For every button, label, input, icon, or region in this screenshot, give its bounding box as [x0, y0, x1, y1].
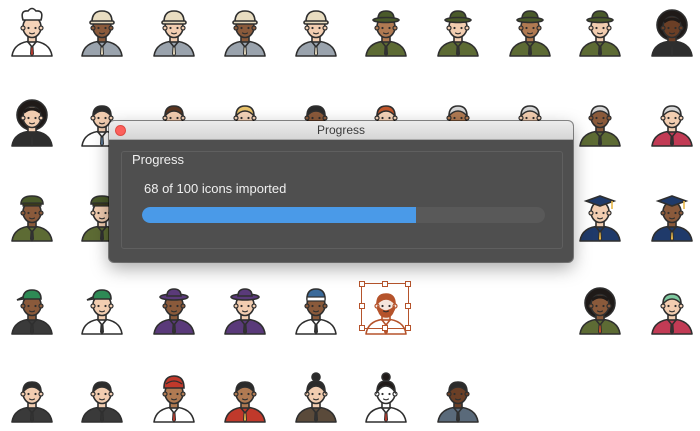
topknot-man-avatar-icon[interactable]: [290, 372, 342, 424]
turban-man-avatar-icon[interactable]: [148, 372, 200, 424]
afro-woman-avatar-icon[interactable]: [646, 6, 698, 58]
bearded-man-avatar-icon[interactable]: [6, 372, 58, 424]
old-woman-glasses-avatar-icon[interactable]: [646, 96, 698, 148]
selection-handle[interactable]: [359, 303, 365, 309]
military-officer-avatar-icon[interactable]: [6, 191, 58, 243]
bearded-man-avatar-icon[interactable]: [432, 372, 484, 424]
dialog-title: Progress: [316, 123, 366, 137]
construction-worker-avatar-icon[interactable]: [76, 6, 128, 58]
detective-avatar-icon[interactable]: [360, 6, 412, 58]
green-hair-woman-avatar-icon[interactable]: [646, 284, 698, 336]
dialog-titlebar[interactable]: Progress: [109, 121, 573, 140]
cap-man-avatar-icon[interactable]: [6, 284, 58, 336]
detective-avatar-icon[interactable]: [574, 6, 626, 58]
detective-avatar-icon[interactable]: [504, 6, 556, 58]
hat-woman-avatar-icon[interactable]: [148, 284, 200, 336]
hat-woman-avatar-icon[interactable]: [219, 284, 271, 336]
construction-worker-avatar-icon[interactable]: [148, 6, 200, 58]
afro-woman-avatar-icon[interactable]: [6, 96, 58, 148]
graduate-avatar-icon[interactable]: [574, 191, 626, 243]
beanie-man-avatar-icon[interactable]: [290, 284, 342, 336]
selection-handle[interactable]: [405, 281, 411, 287]
construction-worker-avatar-icon[interactable]: [290, 6, 342, 58]
selection-handle[interactable]: [382, 281, 388, 287]
graduate-avatar-icon[interactable]: [646, 191, 698, 243]
progress-group: Progress 68 of 100 icons imported: [121, 151, 563, 249]
old-woman-avatar-icon[interactable]: [574, 96, 626, 148]
progress-dialog: Progress Progress 68 of 100 icons import…: [109, 121, 573, 262]
selection-box[interactable]: [359, 281, 411, 331]
selection-handle[interactable]: [405, 325, 411, 331]
progress-bar-fill: [142, 207, 417, 223]
indian-woman-avatar-icon[interactable]: [219, 372, 271, 424]
canvas: Progress Progress 68 of 100 icons import…: [0, 0, 700, 431]
bearded-man-avatar-icon[interactable]: [76, 372, 128, 424]
progress-status-text: 68 of 100 icons imported: [144, 181, 287, 196]
selection-handle[interactable]: [359, 281, 365, 287]
selection-handle[interactable]: [382, 325, 388, 331]
selection-handle[interactable]: [359, 325, 365, 331]
group-label: Progress: [132, 152, 185, 167]
chef-avatar-icon[interactable]: [6, 6, 58, 58]
construction-worker-avatar-icon[interactable]: [219, 6, 271, 58]
detective-avatar-icon[interactable]: [432, 6, 484, 58]
progress-bar: [142, 207, 545, 223]
cap-man-avatar-icon[interactable]: [76, 284, 128, 336]
selection-handle[interactable]: [405, 303, 411, 309]
afro-man-scarf-avatar-icon[interactable]: [574, 284, 626, 336]
close-button[interactable]: [115, 125, 126, 136]
geisha-avatar-icon[interactable]: [360, 372, 412, 424]
